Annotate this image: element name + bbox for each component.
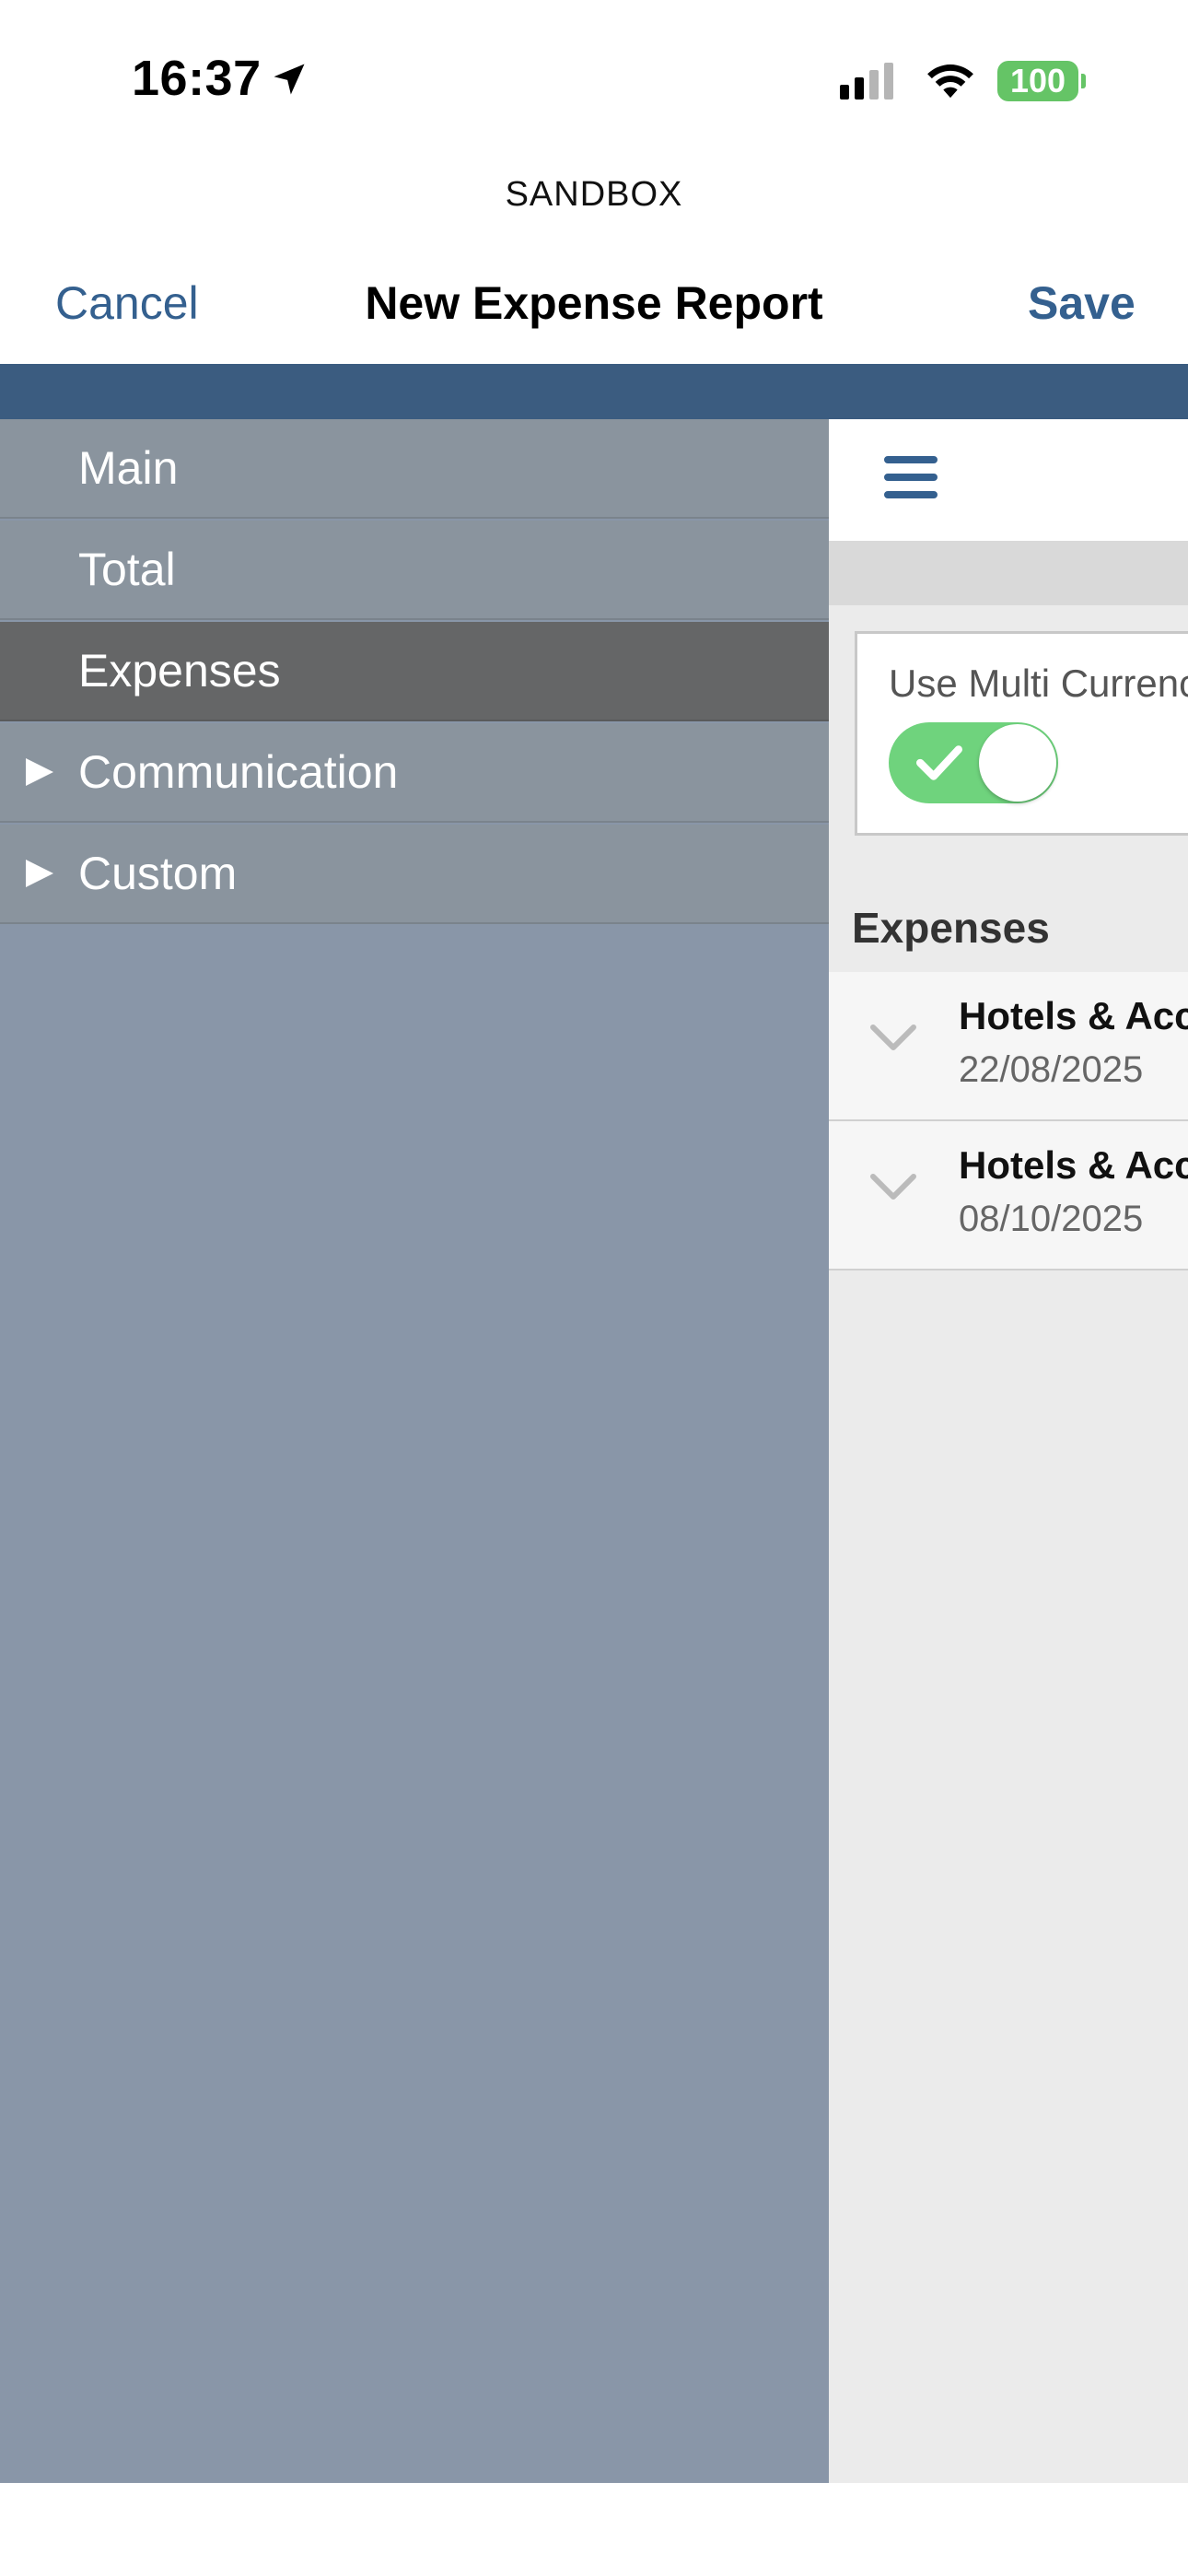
expand-triangle-icon [26, 758, 53, 786]
sidebar-item-total[interactable]: Total [0, 521, 829, 620]
save-button[interactable]: Save [1028, 276, 1136, 330]
expenses-section-title: Expenses [852, 904, 1050, 952]
sidebar-item-label: Main [78, 442, 179, 494]
chevron-down-icon[interactable] [868, 1169, 919, 1206]
sidebar-item-label: Custom [78, 848, 238, 899]
cellular-signal-icon [840, 63, 893, 100]
multi-currency-label: Use Multi Currency [889, 662, 1188, 705]
expense-title: Hotels & Accommodation [959, 1143, 1188, 1187]
sidebar-item-custom[interactable]: Custom [0, 825, 829, 924]
multi-currency-toggle[interactable] [889, 722, 1058, 803]
expense-date: 22/08/2025 [959, 1049, 1144, 1090]
sidebar-item-main[interactable]: Main [0, 419, 829, 519]
environment-label: SANDBOX [505, 175, 683, 214]
battery-icon: 100 [997, 61, 1078, 101]
toggle-knob [979, 724, 1056, 802]
battery-cap [1081, 74, 1086, 88]
sidebar-item-label: Expenses [78, 645, 281, 697]
location-arrow-icon [274, 64, 305, 95]
status-bar: 16:37 100 [0, 0, 1188, 157]
sidebar-item-label: Total [78, 544, 176, 595]
expense-date: 08/10/2025 [959, 1199, 1144, 1239]
section-divider [829, 541, 1188, 605]
expand-triangle-icon [26, 860, 53, 887]
expense-row[interactable]: Hotels & Accommodation 08/10/2025 [829, 1121, 1188, 1270]
status-time: 16:37 [132, 51, 262, 106]
cancel-button[interactable]: Cancel [55, 276, 199, 330]
multi-currency-card: Use Multi Currency [855, 631, 1188, 836]
expense-title: Hotels & Accommodation [959, 994, 1188, 1037]
wifi-icon [927, 64, 973, 99]
sidebar-item-communication[interactable]: Communication [0, 723, 829, 823]
sidebar-item-label: Communication [78, 746, 399, 798]
checkmark-icon [916, 745, 962, 780]
sidebar: Main Total Expenses Communication Custom [0, 419, 829, 2483]
sidebar-item-expenses[interactable]: Expenses [0, 622, 829, 721]
menu-bar [829, 419, 1188, 541]
content-pane: Use Multi Currency Expenses Hotels & Acc… [829, 419, 1188, 2483]
chevron-down-icon[interactable] [868, 1020, 919, 1057]
expense-row[interactable]: Hotels & Accommodation 22/08/2025 [829, 972, 1188, 1121]
header-band [0, 364, 1188, 419]
hamburger-menu-icon[interactable] [884, 456, 939, 504]
